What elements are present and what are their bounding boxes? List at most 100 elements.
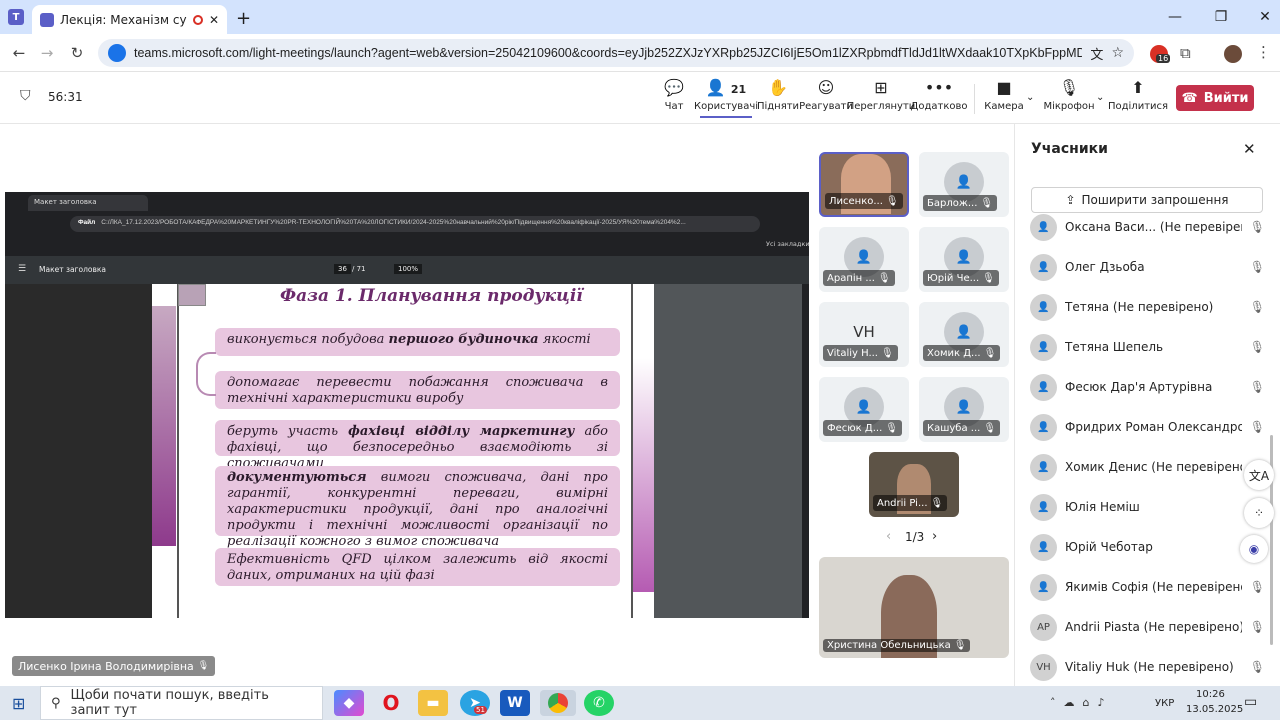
chat-button[interactable]: 💬 Чат [660, 78, 688, 120]
mic-off-icon: 🎙 [1249, 660, 1265, 674]
address-bar[interactable]: teams.microsoft.com/light-meetings/launc… [98, 39, 1134, 67]
video-tile[interactable]: 👤 Арапін ... 🎙 [819, 227, 909, 292]
bookmark-star-icon[interactable]: ☆ [1111, 45, 1124, 61]
participant-row[interactable]: 👤 Тетяна (Не перевірено) 🎙 [1030, 287, 1265, 327]
translate-icon[interactable]: 文 [1090, 44, 1103, 63]
mic-icon: 🎙 [885, 195, 899, 207]
maximize-icon[interactable]: ❐ [1206, 6, 1236, 28]
browser-tab[interactable]: Лекція: Механізм сучасног ✕ [32, 5, 227, 34]
participant-name: Юлія Неміш [1065, 500, 1140, 514]
new-tab-button[interactable]: + [236, 8, 251, 29]
microphone-button[interactable]: 🎙 Мікрофон [1043, 78, 1094, 120]
participant-row[interactable]: 👤Юрій Чеботар🎙 [1030, 527, 1265, 567]
video-tile[interactable]: VH Vitaliy H... 🎙 [819, 302, 909, 367]
participant-count: 21 [730, 83, 747, 96]
view-button[interactable]: ⊞ Переглянути [847, 78, 916, 120]
close-panel-icon[interactable]: ✕ [1243, 140, 1256, 158]
file-explorer-icon[interactable]: ▬ [418, 690, 448, 716]
smiley-icon: ☺ [817, 78, 835, 97]
chrome-app-icon[interactable] [540, 690, 576, 716]
clock-date[interactable]: 13.05.2025 [1186, 704, 1243, 715]
share-link-icon: ⇪ [1065, 193, 1076, 207]
participant-row[interactable]: 👤Хомик Денис (Не перевірено)🎙 [1030, 447, 1265, 487]
participant-row[interactable]: 👤 Фесюк Дар'я Артурівна 🎙 [1030, 367, 1265, 407]
pdf-menu-icon: ☰ [18, 264, 27, 274]
whatsapp-app-icon[interactable]: ✆ [584, 690, 614, 716]
extensions-puzzle-icon[interactable]: ⧉ [1180, 44, 1191, 62]
gallery-prev-icon[interactable]: ‹ [886, 529, 891, 544]
word-app-icon[interactable]: W [500, 690, 530, 716]
reload-icon[interactable]: ↻ [66, 42, 88, 64]
video-tile[interactable]: Andrii Pi... 🎙 [869, 452, 959, 517]
mic-icon: 🎙 [953, 640, 967, 651]
video-tile[interactable]: 👤 Кашуба ... 🎙 [919, 377, 1009, 442]
minimize-icon[interactable]: — [1160, 6, 1190, 28]
profile-avatar[interactable] [1224, 45, 1242, 63]
opera-app-icon[interactable]: O [376, 690, 406, 716]
participant-row[interactable]: 👤Юлія Неміш🎙 [1030, 487, 1265, 527]
floating-translate-icon[interactable]: 文A [1244, 460, 1274, 490]
slide-point-1: виконується побудова першого будиночка я… [215, 328, 620, 356]
slide-right-bar [633, 358, 654, 592]
url-text[interactable]: teams.microsoft.com/light-meetings/launc… [134, 46, 1082, 60]
mic-off-icon: 🎙 [1249, 380, 1265, 394]
people-icon: 👤 [705, 78, 726, 97]
share-button[interactable]: ⬆ Поділитися [1108, 78, 1168, 120]
participant-row[interactable]: AP Andrii Piasta (Не перевірено) 🎙 [1030, 607, 1265, 647]
gallery-next-icon[interactable]: › [932, 529, 937, 544]
mic-off-icon: 🎙 [930, 497, 944, 509]
search-icon: ⚲ [51, 695, 61, 711]
participant-name: Фесюк Дар'я Артурівна [1065, 380, 1213, 394]
forward-icon[interactable]: → [36, 42, 58, 64]
floating-apps-icon[interactable]: ⁘ [1244, 498, 1274, 528]
mic-options-chevron-icon[interactable]: ⌄ [1096, 92, 1104, 103]
tab-close-icon[interactable]: ✕ [209, 13, 219, 27]
video-tile[interactable]: 👤 Хомик Д... 🎙 [919, 302, 1009, 367]
tile-name: Кашуба ... [927, 422, 981, 434]
participant-row[interactable]: VH Vitaliy Huk (Не перевірено) 🎙 [1030, 647, 1265, 687]
clock-time[interactable]: 10:26 [1196, 689, 1225, 700]
language-indicator[interactable]: УКР [1155, 698, 1174, 709]
camera-options-chevron-icon[interactable]: ⌄ [1026, 92, 1034, 103]
floating-assistant-icon[interactable]: ◉ [1240, 535, 1268, 563]
mic-off-icon: 🎙 [1249, 340, 1265, 354]
participant-avatar-icon: 👤 [1030, 333, 1057, 361]
video-tile-speaker[interactable]: Лисенко... 🎙 [819, 152, 909, 217]
pdf-page-current: 36 [334, 264, 351, 274]
video-tile[interactable]: 👤 Барлож... 🎙 [919, 152, 1009, 217]
participant-name: Оксана Васи... (Не перевірено) [1065, 220, 1242, 234]
tile-name: Юрій Че... [927, 272, 980, 284]
participant-row[interactable]: 👤 Олег Дзьоба 🎙 [1030, 247, 1265, 287]
more-button[interactable]: ••• Додатково [911, 78, 968, 120]
participant-row[interactable]: 👤 Тетяна Шепель 🎙 [1030, 327, 1265, 367]
raise-hand-button[interactable]: ✋ Підняти [757, 78, 799, 120]
people-button[interactable]: 👤 21 Користувачі [694, 78, 758, 118]
self-video-tile[interactable]: Христина Обельницька 🎙 [819, 557, 1009, 658]
gallery-pager: 1/3 [905, 530, 925, 544]
close-window-icon[interactable]: ✕ [1250, 6, 1280, 28]
leave-button[interactable]: ☎ Вийти [1176, 85, 1254, 111]
notifications-icon[interactable]: ▭ [1244, 694, 1257, 710]
slide-point-5: Ефективність QFD цілком залежить від яко… [215, 548, 620, 586]
react-button[interactable]: ☺ Реагувати [799, 78, 853, 120]
taskbar-search[interactable]: ⚲ Щоби почати пошук, введіть запит тут [40, 686, 323, 720]
presenter-label: Лисенко Ірина Володимирівна 🎙 [12, 656, 216, 676]
mic-off-icon: 🎙 [1249, 420, 1265, 434]
participant-row[interactable]: 👤 Фридрих Роман Олександров... 🎙 [1030, 407, 1265, 447]
tray-icons[interactable]: ˄☁⌂♪ [1050, 696, 1113, 709]
participant-avatar-icon: 👤 [1030, 413, 1057, 441]
participant-row[interactable]: 👤 Якимів Софія (Не перевірено) 🎙 [1030, 567, 1265, 607]
camera-button[interactable]: ■ Камера [984, 78, 1024, 120]
share-icon: ⬆ [1131, 78, 1145, 97]
video-tile[interactable]: 👤 Фесюк Д... 🎙 [819, 377, 909, 442]
browser-menu-icon[interactable]: ⋮ [1256, 43, 1271, 61]
extension-badge: 16 [1156, 54, 1171, 63]
participant-row[interactable]: 👤 Оксана Васи... (Не перевірено) 🎙 [1030, 207, 1265, 247]
back-icon[interactable]: ← [8, 42, 30, 64]
participant-avatar-icon: 👤 [1030, 253, 1057, 281]
windows-start-icon[interactable]: ⊞ [12, 694, 25, 713]
tab-title: Лекція: Механізм сучасног [60, 12, 187, 27]
video-tile[interactable]: 👤 Юрій Че... 🎙 [919, 227, 1009, 292]
participant-name: Тетяна Шепель [1065, 340, 1164, 354]
copilot-app-icon[interactable]: ◆ [334, 690, 364, 716]
